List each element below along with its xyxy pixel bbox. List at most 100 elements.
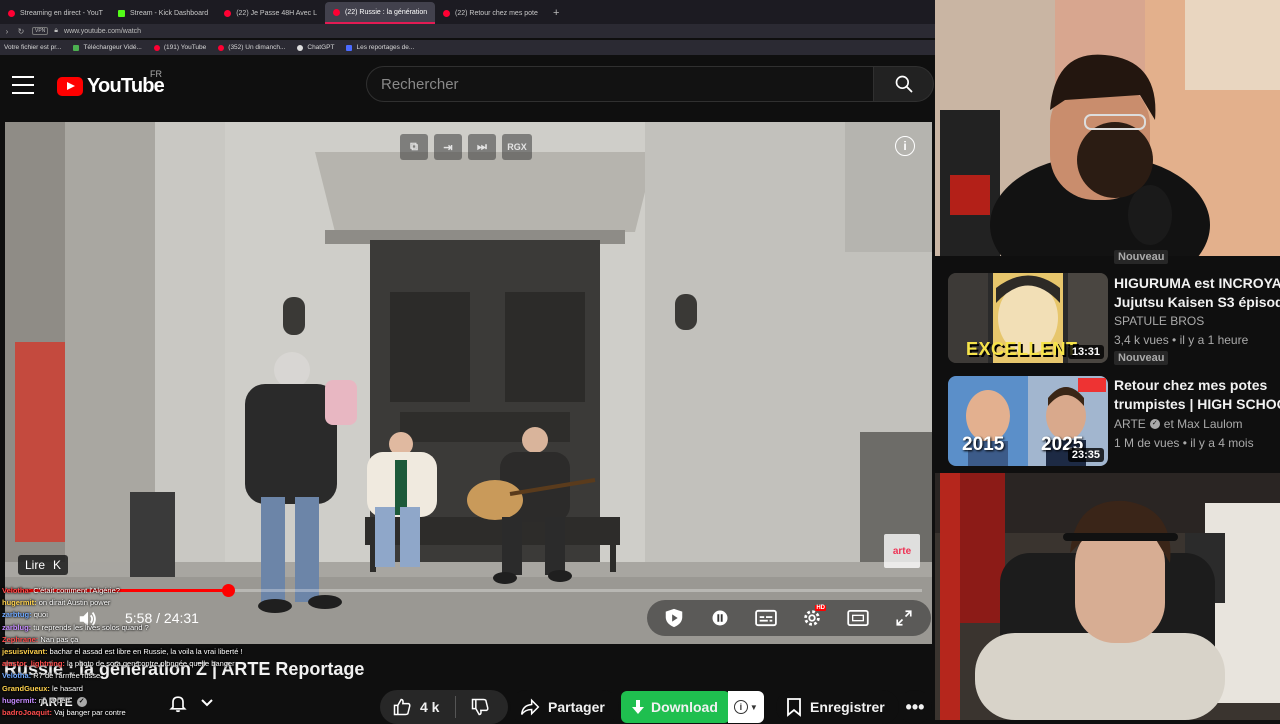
kick-favicon-icon xyxy=(118,9,125,17)
youtube-logo[interactable]: YouTube FR xyxy=(57,69,165,98)
bookmark-item[interactable]: Les reportages de... xyxy=(346,44,414,51)
chat-text: on dirait Austin power xyxy=(38,598,111,608)
vpn-badge[interactable]: VPN xyxy=(32,27,49,35)
recommendation-thumbnail[interactable]: EXCELLENT 13:31 xyxy=(948,273,1108,363)
url-field[interactable]: www.youtube.com/watch xyxy=(64,28,141,35)
recommendation-thumbnail[interactable]: 2015 2025 23:35 xyxy=(948,376,1108,466)
download-icon xyxy=(632,700,644,714)
bookmark-item[interactable]: Votre fichier est pr... xyxy=(4,44,61,51)
chat-username: jesuisvivant: xyxy=(2,647,48,657)
more-icon: ••• xyxy=(905,696,925,717)
chat-username: zarblug: xyxy=(2,622,32,632)
theater-mode-button[interactable] xyxy=(837,600,879,636)
chat-message: Velotha: R7 de l'armée russe xyxy=(2,670,292,682)
popout-icon[interactable]: ⇥ xyxy=(434,134,462,160)
subtitles-button[interactable] xyxy=(745,600,787,636)
chat-text: C'était comment l'Algérie? xyxy=(33,586,120,595)
browser-tab[interactable]: (22) Retour chez mes pote xyxy=(435,2,545,24)
tab-label: (22) Retour chez mes pote xyxy=(455,9,538,17)
download-options-button[interactable]: i ▼ xyxy=(727,691,764,723)
webcam-streamer-1 xyxy=(935,0,1280,256)
chat-text: tu reprends les lives solos quand ? xyxy=(33,622,149,632)
region-code: FR xyxy=(150,69,162,79)
bookmark-item[interactable]: (191) YouTube xyxy=(153,44,206,51)
thumbs-up-icon[interactable] xyxy=(392,697,412,717)
duration-badge: 13:31 xyxy=(1067,345,1104,359)
chat-message: Zephrane: Nan pas ça xyxy=(2,634,292,646)
tab-label: Streaming en direct - YouT xyxy=(20,9,103,17)
recommendation-meta: 3,4 k vues • il y a 1 heure xyxy=(1114,333,1249,347)
chat-username: alastor_lightning: xyxy=(2,659,65,669)
divider xyxy=(455,696,457,718)
tab-label: (22) Russie : la génération xyxy=(345,8,428,16)
folder-icon xyxy=(346,44,353,51)
browser-tab[interactable]: Stream - Kick Dashboard xyxy=(110,2,216,24)
title-line: trumpistes | HIGH SCHOOL AMERICA xyxy=(1114,396,1280,412)
bookmark-item[interactable]: ChatGPT xyxy=(297,44,334,51)
chat-message: Velotha: C'était comment l'Algérie? xyxy=(2,585,292,597)
chat-message: alastor_lightning: la photo de sora gen … xyxy=(2,658,292,670)
chat-message: hugermit: rip la perf xyxy=(2,695,292,707)
new-tab-button[interactable]: + xyxy=(545,2,567,24)
settings-button[interactable]: HD xyxy=(791,600,833,636)
more-group: ••• xyxy=(898,690,932,724)
chat-text: R7 de l'armée russe xyxy=(33,671,101,681)
lock-icon[interactable]: 🔒︎ xyxy=(54,27,58,35)
browser-tab-active[interactable]: (22) Russie : la génération xyxy=(325,2,436,24)
more-actions-button[interactable]: ••• xyxy=(898,690,932,724)
bookmark-item[interactable]: Téléchargeur Vidé... xyxy=(73,44,142,51)
recommendation-title[interactable]: HIGURUMA est INCROYABLE Jujutsu Kaisen S… xyxy=(1114,274,1280,312)
chat-username: hugermit: xyxy=(2,598,37,608)
extension-button[interactable]: RGX xyxy=(502,134,532,160)
share-label: Partager xyxy=(548,699,605,715)
recommendation-title[interactable]: Retour chez mes potes trumpistes | HIGH … xyxy=(1114,376,1280,414)
arte-watermark: arte xyxy=(884,534,920,568)
channel-collab-label: et Max Laulom xyxy=(1163,417,1243,431)
chat-text: Nan pas ça xyxy=(40,634,79,644)
thumbs-down-icon[interactable] xyxy=(470,697,490,717)
fullscreen-button[interactable] xyxy=(883,600,925,636)
title-line: Retour chez mes potes xyxy=(1114,377,1268,393)
recommendation-channel[interactable]: ARTE ✓ et Max Laulom xyxy=(1114,417,1243,431)
new-badge: Nouveau xyxy=(1114,250,1169,264)
like-dislike-group: 4 k xyxy=(380,690,508,724)
pip-icon[interactable]: ⧉ xyxy=(400,134,428,160)
forward-icon[interactable]: › xyxy=(0,27,14,36)
chat-text: rip la perf xyxy=(38,695,70,705)
browser-tab[interactable]: (22) Je Passe 48H Avec L xyxy=(216,2,325,24)
stream-chat-overlay: Velotha: C'était comment l'Algérie? huger… xyxy=(2,585,292,719)
info-icon[interactable]: i xyxy=(895,136,915,156)
bookmark-item[interactable]: (352) Un dimanch... xyxy=(218,44,285,51)
chat-message: GrandGueux: le hasard xyxy=(2,683,292,695)
chat-username: hugermit: xyxy=(2,695,37,705)
share-icon xyxy=(520,698,540,716)
video-player[interactable]: ⧉ ⇥ ⏭︎ RGX i arte Lire K 5:58 / 24:31 HD xyxy=(5,122,932,644)
recommendation-channel[interactable]: SPATULE BROS xyxy=(1114,314,1204,328)
subtitles-icon xyxy=(755,609,777,627)
browser-tab[interactable]: Streaming en direct - YouT xyxy=(0,2,110,24)
bookmark-icon xyxy=(787,698,801,717)
bookmark-label: ChatGPT xyxy=(307,44,335,51)
save-button[interactable]: Enregistrer xyxy=(776,690,899,724)
chat-message: jesuisvivant: bachar el assad est libre … xyxy=(2,646,292,658)
like-dislike-pill: 4 k xyxy=(380,690,508,724)
bookmarks-bar: Votre fichier est pr... Téléchargeur Vid… xyxy=(0,40,935,55)
pause-button[interactable] xyxy=(699,600,741,636)
hamburger-menu-icon[interactable] xyxy=(12,76,34,94)
search-input[interactable] xyxy=(366,66,874,102)
chat-message: zarbtug: quoi xyxy=(2,609,292,621)
webcam-streamer-2 xyxy=(935,473,1280,720)
fullscreen-icon xyxy=(896,610,912,626)
skip-icon[interactable]: ⏭︎ xyxy=(468,134,496,160)
save-group: Enregistrer xyxy=(776,690,899,724)
search-button[interactable] xyxy=(874,66,934,102)
download-group: Download i ▼ xyxy=(621,690,764,724)
like-count[interactable]: 4 k xyxy=(420,699,439,715)
download-button[interactable]: Download xyxy=(621,691,730,723)
reload-icon[interactable]: ↻ xyxy=(14,27,28,36)
new-badge: Nouveau xyxy=(1114,351,1169,365)
shield-button[interactable] xyxy=(653,600,695,636)
chat-text: la photo de sora gen contre plongée quel… xyxy=(67,659,235,669)
share-button[interactable]: Partager xyxy=(510,690,619,724)
title-line: HIGURUMA est INCROYABLE xyxy=(1114,275,1280,291)
